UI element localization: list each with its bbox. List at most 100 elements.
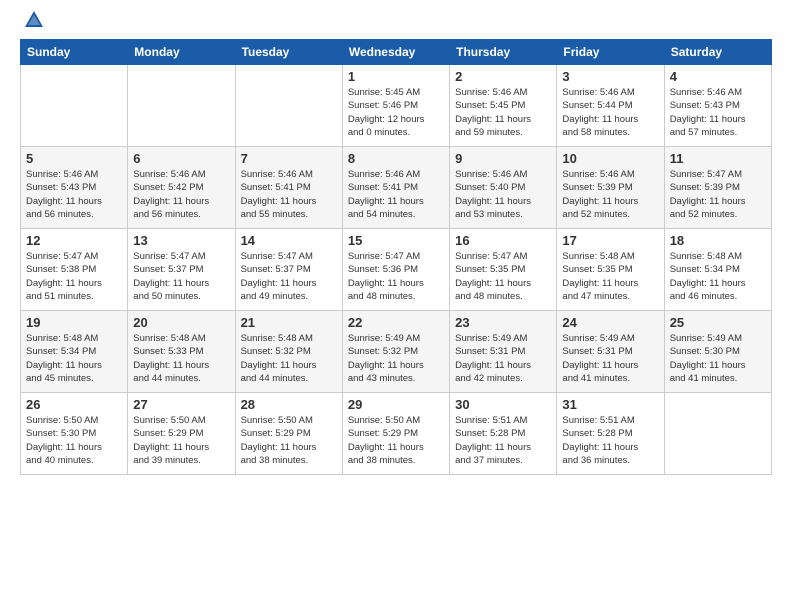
calendar-cell: 5 Sunrise: 5:46 AM Sunset: 5:43 PM Daylig… xyxy=(21,147,128,229)
day-info: Sunrise: 5:45 AM Sunset: 5:46 PM Dayligh… xyxy=(348,86,444,139)
day-info: Sunrise: 5:46 AM Sunset: 5:45 PM Dayligh… xyxy=(455,86,551,139)
day-number: 31 xyxy=(562,397,658,412)
day-info: Sunrise: 5:46 AM Sunset: 5:42 PM Dayligh… xyxy=(133,168,229,221)
day-info: Sunrise: 5:48 AM Sunset: 5:34 PM Dayligh… xyxy=(670,250,766,303)
day-info: Sunrise: 5:50 AM Sunset: 5:30 PM Dayligh… xyxy=(26,414,122,467)
calendar-cell: 8 Sunrise: 5:46 AM Sunset: 5:41 PM Daylig… xyxy=(342,147,449,229)
day-number: 19 xyxy=(26,315,122,330)
calendar-cell: 20 Sunrise: 5:48 AM Sunset: 5:33 PM Dayli… xyxy=(128,311,235,393)
calendar-cell: 16Sunrise: 5:47 AM Sunset: 5:35 PM Dayli… xyxy=(450,229,557,311)
day-number: 15 xyxy=(348,233,444,248)
day-info: Sunrise: 5:50 AM Sunset: 5:29 PM Dayligh… xyxy=(241,414,337,467)
day-info: Sunrise: 5:48 AM Sunset: 5:33 PM Dayligh… xyxy=(133,332,229,385)
day-number: 26 xyxy=(26,397,122,412)
day-info: Sunrise: 5:46 AM Sunset: 5:41 PM Dayligh… xyxy=(241,168,337,221)
day-info: Sunrise: 5:49 AM Sunset: 5:31 PM Dayligh… xyxy=(562,332,658,385)
day-info: Sunrise: 5:48 AM Sunset: 5:34 PM Dayligh… xyxy=(26,332,122,385)
calendar-cell: 12Sunrise: 5:47 AM Sunset: 5:38 PM Dayli… xyxy=(21,229,128,311)
calendar-cell: 23 Sunrise: 5:49 AM Sunset: 5:31 PM Dayli… xyxy=(450,311,557,393)
day-number: 1 xyxy=(348,69,444,84)
weekday-header-tuesday: Tuesday xyxy=(235,40,342,65)
day-info: Sunrise: 5:46 AM Sunset: 5:43 PM Dayligh… xyxy=(670,86,766,139)
calendar-cell: 6 Sunrise: 5:46 AM Sunset: 5:42 PM Daylig… xyxy=(128,147,235,229)
calendar-cell: 19 Sunrise: 5:48 AM Sunset: 5:34 PM Dayli… xyxy=(21,311,128,393)
calendar-cell: 17Sunrise: 5:48 AM Sunset: 5:35 PM Dayli… xyxy=(557,229,664,311)
day-number: 9 xyxy=(455,151,551,166)
day-number: 18 xyxy=(670,233,766,248)
day-info: Sunrise: 5:47 AM Sunset: 5:37 PM Dayligh… xyxy=(241,250,337,303)
week-row-1: 1 Sunrise: 5:45 AM Sunset: 5:46 PM Daylig… xyxy=(21,65,772,147)
day-info: Sunrise: 5:48 AM Sunset: 5:32 PM Dayligh… xyxy=(241,332,337,385)
day-number: 7 xyxy=(241,151,337,166)
calendar-cell: 18 Sunrise: 5:48 AM Sunset: 5:34 PM Dayli… xyxy=(664,229,771,311)
calendar-cell xyxy=(21,65,128,147)
day-info: Sunrise: 5:49 AM Sunset: 5:32 PM Dayligh… xyxy=(348,332,444,385)
day-info: Sunrise: 5:46 AM Sunset: 5:43 PM Dayligh… xyxy=(26,168,122,221)
logo xyxy=(20,15,45,31)
day-number: 29 xyxy=(348,397,444,412)
day-info: Sunrise: 5:47 AM Sunset: 5:36 PM Dayligh… xyxy=(348,250,444,303)
week-row-5: 26 Sunrise: 5:50 AM Sunset: 5:30 PM Dayli… xyxy=(21,393,772,475)
calendar-cell: 31 Sunrise: 5:51 AM Sunset: 5:28 PM Dayli… xyxy=(557,393,664,475)
day-info: Sunrise: 5:49 AM Sunset: 5:31 PM Dayligh… xyxy=(455,332,551,385)
calendar-cell: 7 Sunrise: 5:46 AM Sunset: 5:41 PM Daylig… xyxy=(235,147,342,229)
calendar-cell: 9Sunrise: 5:46 AM Sunset: 5:40 PM Daylig… xyxy=(450,147,557,229)
day-number: 13 xyxy=(133,233,229,248)
calendar-cell: 11 Sunrise: 5:47 AM Sunset: 5:39 PM Dayli… xyxy=(664,147,771,229)
calendar-cell: 29 Sunrise: 5:50 AM Sunset: 5:29 PM Dayli… xyxy=(342,393,449,475)
week-row-2: 5 Sunrise: 5:46 AM Sunset: 5:43 PM Daylig… xyxy=(21,147,772,229)
day-info: Sunrise: 5:47 AM Sunset: 5:37 PM Dayligh… xyxy=(133,250,229,303)
weekday-header-saturday: Saturday xyxy=(664,40,771,65)
day-number: 23 xyxy=(455,315,551,330)
day-number: 20 xyxy=(133,315,229,330)
day-info: Sunrise: 5:47 AM Sunset: 5:39 PM Dayligh… xyxy=(670,168,766,221)
logo-icon xyxy=(23,9,45,31)
day-number: 5 xyxy=(26,151,122,166)
calendar-cell: 10 Sunrise: 5:46 AM Sunset: 5:39 PM Dayli… xyxy=(557,147,664,229)
page: SundayMondayTuesdayWednesdayThursdayFrid… xyxy=(0,0,792,612)
day-number: 24 xyxy=(562,315,658,330)
day-info: Sunrise: 5:47 AM Sunset: 5:35 PM Dayligh… xyxy=(455,250,551,303)
day-number: 6 xyxy=(133,151,229,166)
day-info: Sunrise: 5:51 AM Sunset: 5:28 PM Dayligh… xyxy=(562,414,658,467)
day-info: Sunrise: 5:46 AM Sunset: 5:41 PM Dayligh… xyxy=(348,168,444,221)
calendar-cell: 30 Sunrise: 5:51 AM Sunset: 5:28 PM Dayli… xyxy=(450,393,557,475)
day-info: Sunrise: 5:46 AM Sunset: 5:39 PM Dayligh… xyxy=(562,168,658,221)
day-number: 30 xyxy=(455,397,551,412)
calendar-cell: 25Sunrise: 5:49 AM Sunset: 5:30 PM Dayli… xyxy=(664,311,771,393)
day-number: 10 xyxy=(562,151,658,166)
day-number: 27 xyxy=(133,397,229,412)
header xyxy=(20,15,772,31)
weekday-header-row: SundayMondayTuesdayWednesdayThursdayFrid… xyxy=(21,40,772,65)
day-info: Sunrise: 5:51 AM Sunset: 5:28 PM Dayligh… xyxy=(455,414,551,467)
day-number: 14 xyxy=(241,233,337,248)
day-info: Sunrise: 5:46 AM Sunset: 5:44 PM Dayligh… xyxy=(562,86,658,139)
day-number: 22 xyxy=(348,315,444,330)
calendar-cell: 22 Sunrise: 5:49 AM Sunset: 5:32 PM Dayli… xyxy=(342,311,449,393)
calendar-cell: 14 Sunrise: 5:47 AM Sunset: 5:37 PM Dayli… xyxy=(235,229,342,311)
week-row-4: 19 Sunrise: 5:48 AM Sunset: 5:34 PM Dayli… xyxy=(21,311,772,393)
calendar-cell: 1 Sunrise: 5:45 AM Sunset: 5:46 PM Daylig… xyxy=(342,65,449,147)
day-info: Sunrise: 5:50 AM Sunset: 5:29 PM Dayligh… xyxy=(133,414,229,467)
calendar-cell: 4 Sunrise: 5:46 AM Sunset: 5:43 PM Daylig… xyxy=(664,65,771,147)
weekday-header-sunday: Sunday xyxy=(21,40,128,65)
day-number: 12 xyxy=(26,233,122,248)
week-row-3: 12Sunrise: 5:47 AM Sunset: 5:38 PM Dayli… xyxy=(21,229,772,311)
weekday-header-thursday: Thursday xyxy=(450,40,557,65)
calendar-cell xyxy=(235,65,342,147)
weekday-header-friday: Friday xyxy=(557,40,664,65)
day-number: 28 xyxy=(241,397,337,412)
calendar-cell xyxy=(664,393,771,475)
weekday-header-wednesday: Wednesday xyxy=(342,40,449,65)
day-info: Sunrise: 5:50 AM Sunset: 5:29 PM Dayligh… xyxy=(348,414,444,467)
day-number: 4 xyxy=(670,69,766,84)
day-number: 11 xyxy=(670,151,766,166)
calendar-cell: 28 Sunrise: 5:50 AM Sunset: 5:29 PM Dayli… xyxy=(235,393,342,475)
day-number: 8 xyxy=(348,151,444,166)
day-number: 2 xyxy=(455,69,551,84)
day-number: 17 xyxy=(562,233,658,248)
day-number: 21 xyxy=(241,315,337,330)
calendar-cell: 26 Sunrise: 5:50 AM Sunset: 5:30 PM Dayli… xyxy=(21,393,128,475)
calendar-cell xyxy=(128,65,235,147)
calendar-cell: 2 Sunrise: 5:46 AM Sunset: 5:45 PM Daylig… xyxy=(450,65,557,147)
